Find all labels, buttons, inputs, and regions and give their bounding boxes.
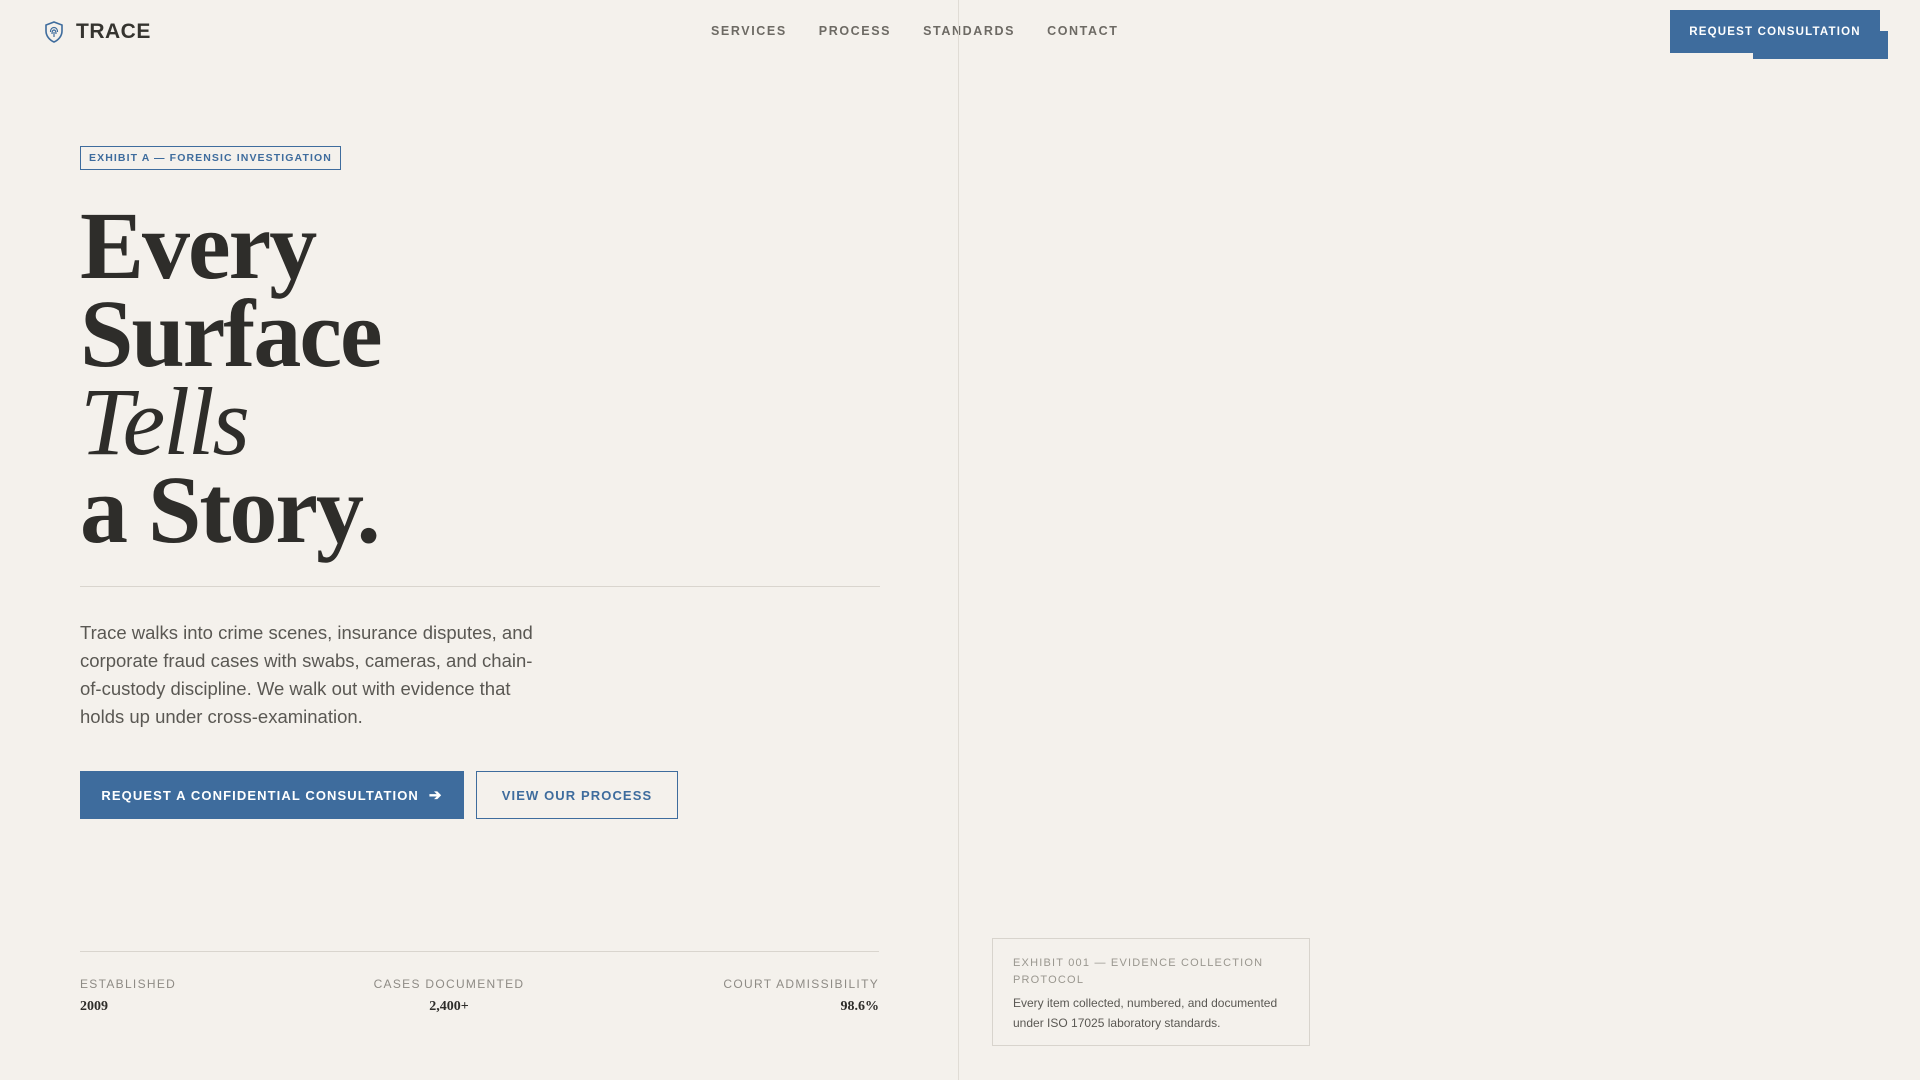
exhibit-tag: EXHIBIT A — FORENSIC INVESTIGATION	[80, 146, 341, 170]
main-nav: SERVICES PROCESS STANDARDS CONTACT	[711, 24, 1118, 38]
exhibit-card-body: Every item collected, numbered, and docu…	[1013, 996, 1278, 1030]
brand-logo[interactable]: TRACE	[44, 20, 151, 44]
brand-name: TRACE	[76, 20, 151, 43]
stat-label: CASES DOCUMENTED	[373, 977, 525, 991]
stat-value: 98.6%	[840, 999, 880, 1014]
nav-contact[interactable]: CONTACT	[1047, 24, 1118, 38]
headline-line-3: Tells	[80, 368, 250, 475]
stat-label: ESTABLISHED	[80, 977, 177, 991]
stat-value: 2,400+	[429, 999, 469, 1014]
hero-divider	[80, 586, 880, 587]
stat-label: COURT ADMISSIBILITY	[723, 977, 879, 991]
stat-court-admissibility: COURT ADMISSIBILITY 98.6%	[723, 977, 879, 1015]
fingerprint-shield-icon	[45, 21, 63, 43]
nav-services[interactable]: SERVICES	[711, 24, 787, 38]
stats-divider	[80, 951, 879, 952]
stat-cases-documented: CASES DOCUMENTED 2,400+	[373, 977, 525, 1015]
headline-line-2: Surface	[80, 280, 383, 387]
arrow-right-icon: ➔	[428, 786, 443, 804]
stat-value: 2009	[80, 999, 108, 1014]
vertical-divider	[958, 0, 959, 1080]
nav-standards[interactable]: STANDARDS	[923, 24, 1015, 38]
confidential-consultation-label: REQUEST A CONFIDENTIAL CONSULTATION	[101, 787, 419, 803]
nav-process[interactable]: PROCESS	[819, 24, 891, 38]
request-consultation-button[interactable]: REQUEST CONSULTATION	[1670, 10, 1880, 53]
hero-headline: Every Surface Tells a Story.	[80, 192, 383, 563]
view-process-button[interactable]: VIEW OUR PROCESS	[476, 771, 678, 819]
header-cta: REQUEST CONSULTATION	[1670, 10, 1888, 59]
headline-line-1: Every	[80, 192, 317, 299]
confidential-consultation-button[interactable]: REQUEST A CONFIDENTIAL CONSULTATION ➔	[80, 771, 464, 819]
headline-line-4: a Story.	[80, 456, 381, 563]
exhibit-card-title: EXHIBIT 001 — EVIDENCE COLLECTION PROTOC…	[1013, 957, 1264, 986]
exhibit-card: EXHIBIT 001 — EVIDENCE COLLECTION PROTOC…	[992, 938, 1310, 1046]
stat-established: ESTABLISHED 2009	[80, 977, 176, 1015]
hero-intro: Trace walks into crime scenes, insurance…	[80, 622, 533, 727]
